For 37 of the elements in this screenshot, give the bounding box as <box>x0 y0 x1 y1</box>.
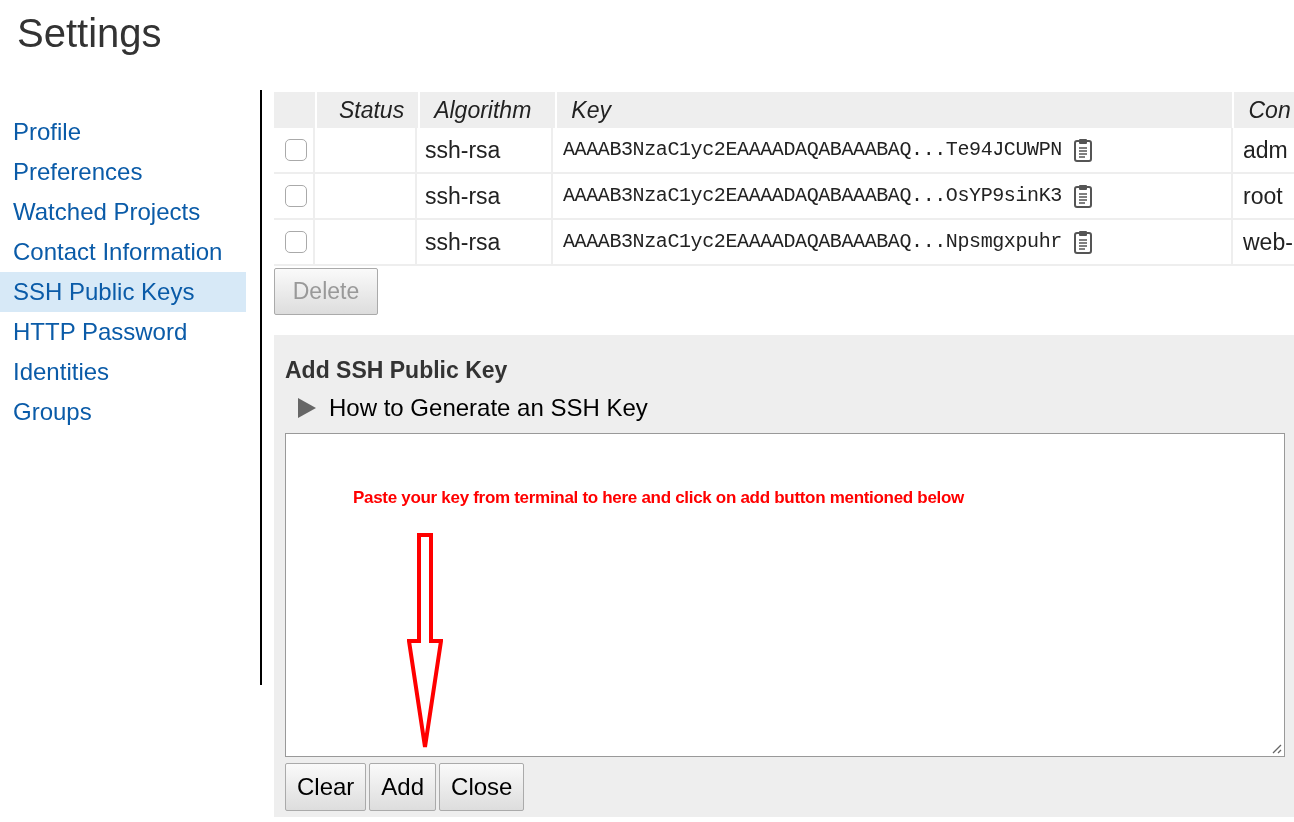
table-cell-text: adm <box>1242 136 1289 165</box>
panel-button[interactable]: Add <box>369 763 437 811</box>
page-title: Settings <box>17 10 163 56</box>
row-checkbox[interactable] <box>285 185 307 207</box>
nav-link[interactable]: Watched Projects <box>0 192 246 232</box>
clipboard-icon[interactable] <box>1073 138 1092 162</box>
key-text: AAAAB3NzaC1yc2EAAAADAQABAAABAQ...OsYP9sinK3 <box>563 183 1062 209</box>
key-text: AAAAB3NzaC1yc2EAAAADAQABAAABAQ...Npsmgxpuhr <box>563 229 1062 255</box>
nav-link[interactable]: Identities <box>0 352 246 392</box>
panel-button[interactable]: Clear <box>285 763 367 811</box>
disclosure-link[interactable]: How to Generate an SSH Key <box>329 393 648 423</box>
clipboard-icon[interactable] <box>1073 230 1092 254</box>
nav-link[interactable]: Profile <box>0 112 246 152</box>
key-input-field[interactable] <box>285 433 1285 757</box>
column-header: Status <box>316 92 419 128</box>
nav-link[interactable]: SSH Public Keys <box>0 272 246 312</box>
nav-link[interactable]: HTTP Password <box>0 312 246 352</box>
table-cell-text: root <box>1242 182 1284 211</box>
annotation-text: Paste your key from terminal to here and click on add button mentioned below <box>353 487 966 509</box>
nav-link[interactable]: Contact Information <box>0 232 246 272</box>
resize-grip-icon[interactable] <box>1270 742 1282 754</box>
panel-button[interactable]: Close <box>439 763 525 811</box>
table-cell-text: web- <box>1242 228 1294 257</box>
clipboard-icon[interactable] <box>1073 184 1092 208</box>
row-checkbox[interactable] <box>285 231 307 253</box>
nav-link[interactable]: Groups <box>0 392 246 432</box>
column-header: Algorithm <box>420 92 556 128</box>
column-header: Con <box>1234 92 1294 128</box>
panel-heading: Add SSH Public Key <box>285 356 509 385</box>
disclosure-triangle-icon[interactable] <box>297 397 317 419</box>
column-header: Key <box>557 92 1233 128</box>
row-checkbox[interactable] <box>285 139 307 161</box>
table-cell: ssh-rsa <box>417 128 553 172</box>
table-cell: ssh-rsa <box>417 174 553 218</box>
nav-link[interactable]: Preferences <box>0 152 246 192</box>
table-cell: ssh-rsa <box>417 220 553 264</box>
key-text: AAAAB3NzaC1yc2EAAAADAQABAAABAQ...Te94JCUWPN <box>563 137 1062 163</box>
